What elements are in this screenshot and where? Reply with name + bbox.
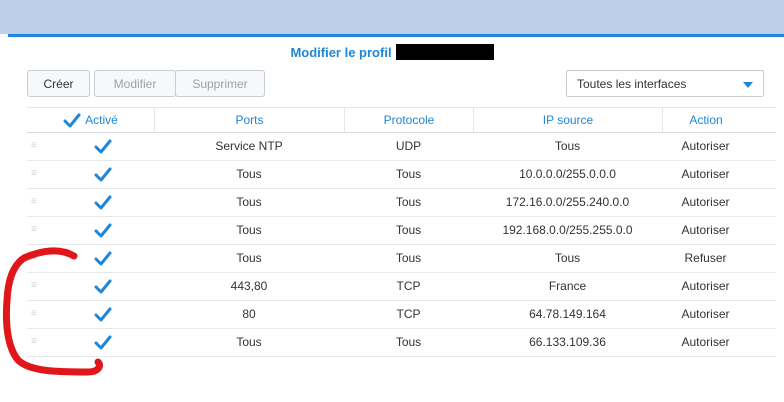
- cell-protocol: Tous: [395, 167, 422, 181]
- checkmark-icon[interactable]: [94, 166, 112, 184]
- dialog-title-bar: Modifier le profil: [8, 37, 776, 63]
- active-checkbox[interactable]: [51, 273, 154, 300]
- column-header-active-label: Activé: [85, 113, 118, 127]
- checkmark-icon[interactable]: [94, 278, 112, 296]
- cell-source-ip: 10.0.0.0/255.0.0.0: [519, 167, 616, 181]
- cell-source-ip: 192.168.0.0/255.255.0.0: [502, 223, 633, 237]
- cell-protocol: UDP: [395, 139, 422, 153]
- active-checkbox[interactable]: [51, 189, 154, 216]
- cell-action: Autoriser: [681, 223, 730, 237]
- edit-profile-dialog: Modifier le profil Créer Modifier Suppri…: [8, 34, 784, 402]
- column-header-active[interactable]: Activé: [27, 108, 154, 132]
- chevron-down-icon[interactable]: [743, 82, 753, 88]
- cell-action: Autoriser: [681, 139, 730, 153]
- cell-protocol: TCP: [396, 279, 421, 293]
- checkmark-icon[interactable]: [94, 222, 112, 240]
- select-all-checkbox-icon[interactable]: [63, 112, 81, 130]
- drag-handle-icon[interactable]: ≡: [27, 189, 51, 216]
- checkmark-icon[interactable]: [94, 334, 112, 352]
- cell-source-ip: 66.133.109.36: [529, 335, 606, 349]
- cell-ports: 443,80: [230, 279, 268, 293]
- table-row[interactable]: ≡ Tous Tous 192.168.0.0/255.255.0.0 Autorise…: [27, 217, 776, 245]
- active-checkbox[interactable]: [51, 245, 154, 272]
- cell-ports: Tous: [236, 195, 262, 209]
- modify-button[interactable]: Modifier: [94, 70, 176, 97]
- drag-handle-icon[interactable]: ≡: [27, 133, 51, 160]
- cell-source-ip: Tous: [554, 251, 581, 265]
- toolbar: Créer Modifier Supprimer Toutes les inte…: [8, 70, 776, 100]
- drag-handle-icon[interactable]: ≡: [27, 245, 51, 272]
- drag-handle-icon[interactable]: ≡: [27, 301, 51, 328]
- cell-protocol: Tous: [395, 195, 422, 209]
- checkmark-icon[interactable]: [94, 138, 112, 156]
- cell-action: Autoriser: [681, 279, 730, 293]
- active-checkbox[interactable]: [51, 133, 154, 160]
- cell-action: Autoriser: [681, 195, 730, 209]
- checkmark-icon[interactable]: [94, 306, 112, 324]
- cell-action: Autoriser: [681, 307, 730, 321]
- cell-protocol: Tous: [395, 251, 422, 265]
- cell-action: Autoriser: [681, 167, 730, 181]
- cell-source-ip: 172.16.0.0/255.240.0.0: [505, 195, 630, 209]
- delete-button[interactable]: Supprimer: [175, 70, 265, 97]
- column-header-source-ip[interactable]: IP source: [473, 108, 662, 132]
- table-row[interactable]: ≡ 443,80 TCP France Autoriser: [27, 273, 776, 301]
- table-body: ≡ Service NTP UDP Tous Autoriser ≡ Tous Tous 10.…: [27, 133, 776, 357]
- active-checkbox[interactable]: [51, 161, 154, 188]
- table-row[interactable]: ≡ 80 TCP 64.78.149.164 Autoriser: [27, 301, 776, 329]
- table-header: Activé Ports Protocole IP source Action: [27, 107, 776, 133]
- cell-protocol: TCP: [396, 307, 421, 321]
- active-checkbox[interactable]: [51, 217, 154, 244]
- table-row[interactable]: ≡ Tous Tous 172.16.0.0/255.240.0.0 Autoriser: [27, 189, 776, 217]
- cell-ports: Tous: [236, 167, 262, 181]
- table-row[interactable]: ≡ Tous Tous Tous Refuser: [27, 245, 776, 273]
- firewall-rules-table: Activé Ports Protocole IP source Action …: [27, 107, 776, 357]
- table-row[interactable]: ≡ Tous Tous 10.0.0.0/255.0.0.0 Autoriser: [27, 161, 776, 189]
- cell-source-ip: Tous: [554, 139, 581, 153]
- column-header-ports[interactable]: Ports: [154, 108, 344, 132]
- table-row[interactable]: ≡ Service NTP UDP Tous Autoriser: [27, 133, 776, 161]
- cell-source-ip: 64.78.149.164: [529, 307, 606, 321]
- column-header-action[interactable]: Action: [662, 108, 749, 132]
- cell-action: Autoriser: [681, 335, 730, 349]
- drag-handle-icon[interactable]: ≡: [27, 329, 51, 356]
- cell-ports: Tous: [236, 335, 262, 349]
- window-background-band: [0, 0, 784, 34]
- table-row[interactable]: ≡ Tous Tous 66.133.109.36 Autoriser: [27, 329, 776, 357]
- active-checkbox[interactable]: [51, 329, 154, 356]
- checkmark-icon[interactable]: [94, 194, 112, 212]
- create-button[interactable]: Créer: [27, 70, 90, 97]
- cell-protocol: Tous: [395, 223, 422, 237]
- redacted-profile-name: [395, 44, 494, 60]
- drag-handle-icon[interactable]: ≡: [27, 161, 51, 188]
- drag-handle-icon[interactable]: ≡: [27, 273, 51, 300]
- column-header-protocol[interactable]: Protocole: [344, 108, 473, 132]
- cell-ports: Tous: [236, 223, 262, 237]
- interface-select-value: Toutes les interfaces: [577, 77, 687, 91]
- cell-action: Refuser: [684, 251, 727, 265]
- cell-ports: 80: [242, 307, 256, 321]
- drag-handle-icon[interactable]: ≡: [27, 217, 51, 244]
- cell-source-ip: France: [548, 279, 587, 293]
- cell-protocol: Tous: [395, 335, 422, 349]
- checkmark-icon[interactable]: [94, 250, 112, 268]
- interface-select[interactable]: Toutes les interfaces: [566, 70, 764, 97]
- cell-ports: Tous: [236, 251, 262, 265]
- cell-ports: Service NTP: [215, 139, 283, 153]
- active-checkbox[interactable]: [51, 301, 154, 328]
- dialog-title: Modifier le profil: [290, 45, 392, 60]
